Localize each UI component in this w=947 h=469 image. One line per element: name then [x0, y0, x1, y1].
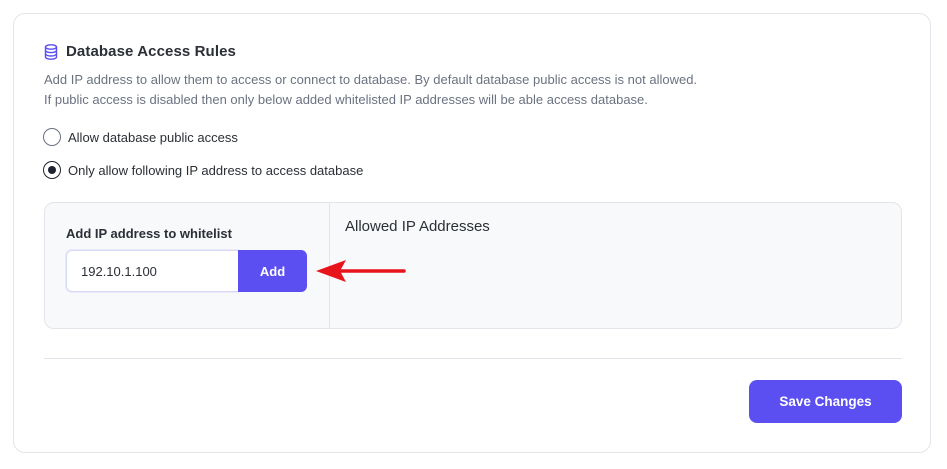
- description-line-2: If public access is disabled then only b…: [44, 92, 648, 107]
- ip-address-input[interactable]: [66, 250, 238, 292]
- radio-option-public-access[interactable]: Allow database public access: [43, 128, 238, 146]
- ip-only-radio[interactable]: [43, 161, 61, 179]
- whitelist-label: Add IP address to whitelist: [66, 226, 232, 241]
- allowed-ip-title: Allowed IP Addresses: [345, 218, 490, 235]
- public-access-label: Allow database public access: [68, 129, 238, 145]
- description-line-1: Add IP address to allow them to access o…: [44, 72, 698, 87]
- annotation-arrow-icon: [316, 260, 406, 282]
- add-ip-button[interactable]: Add: [238, 250, 307, 292]
- radio-option-ip-only[interactable]: Only allow following IP address to acces…: [43, 161, 363, 179]
- whitelist-panel: Add IP address to whitelist Add Allowed …: [44, 202, 902, 329]
- section-title: Database Access Rules: [66, 43, 236, 60]
- section-description: Add IP address to allow them to access o…: [44, 70, 697, 110]
- save-changes-button[interactable]: Save Changes: [749, 380, 902, 423]
- public-access-radio[interactable]: [43, 128, 61, 146]
- section-header: Database Access Rules: [44, 43, 236, 60]
- database-access-card: Database Access Rules Add IP address to …: [13, 13, 931, 453]
- database-icon: [44, 43, 58, 60]
- footer-divider: [44, 358, 902, 359]
- ip-only-label: Only allow following IP address to acces…: [68, 162, 364, 178]
